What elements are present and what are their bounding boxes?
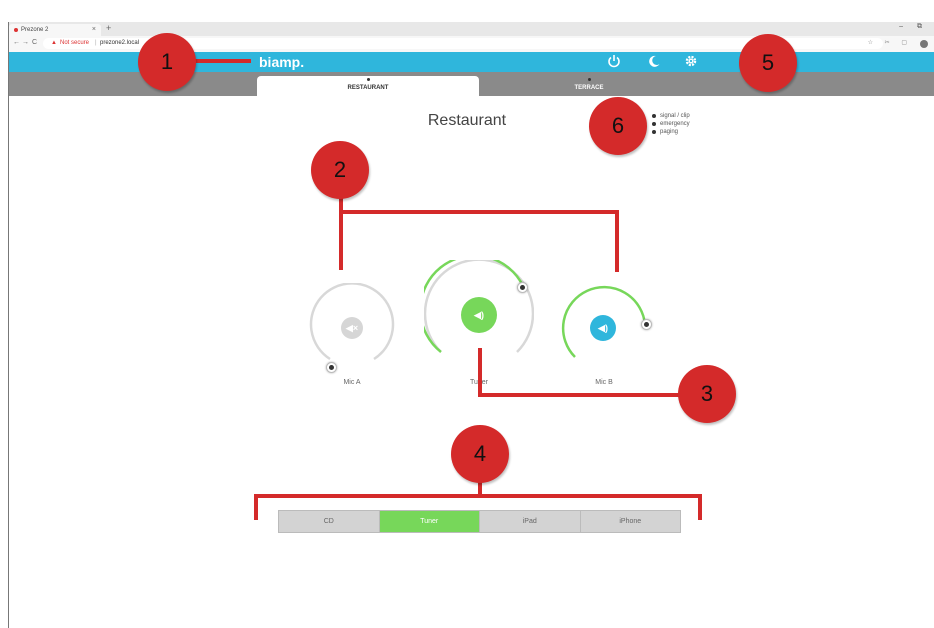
profile-avatar[interactable] bbox=[920, 40, 928, 48]
legend-paging: paging bbox=[652, 128, 690, 136]
power-icon[interactable] bbox=[607, 54, 621, 71]
tab-label: RESTAURANT bbox=[347, 85, 389, 91]
annotation-line-2-bar bbox=[339, 210, 619, 214]
mic-b-mute-button[interactable]: ◀) bbox=[590, 315, 616, 341]
callout-2: 2 bbox=[311, 141, 369, 199]
zone-indicator-dot bbox=[588, 78, 591, 81]
callout-3: 3 bbox=[678, 365, 736, 423]
channel-label: Mic A bbox=[343, 379, 361, 386]
annotation-line-3-stem bbox=[478, 348, 482, 396]
callout-1: 1 bbox=[138, 33, 196, 91]
annotation-line-2-right bbox=[615, 210, 619, 272]
speaker-on-icon: ◀) bbox=[474, 309, 484, 320]
close-tab-icon[interactable]: × bbox=[92, 24, 96, 36]
tab-terrace[interactable]: TERRACE bbox=[509, 76, 669, 96]
security-label: Not secure bbox=[60, 40, 90, 46]
moon-icon[interactable] bbox=[647, 54, 661, 71]
volume-handle[interactable] bbox=[641, 319, 652, 330]
url-separator: | bbox=[95, 40, 97, 46]
volume-handle[interactable] bbox=[517, 282, 528, 293]
gear-icon[interactable] bbox=[684, 54, 698, 71]
warning-icon: ▲ bbox=[51, 40, 57, 46]
tuner-mute-button[interactable]: ◀) bbox=[461, 297, 497, 333]
annotation-line-4-left bbox=[254, 494, 258, 520]
callout-6: 6 bbox=[589, 97, 647, 155]
zone-indicator-dot bbox=[367, 78, 370, 81]
tab-restaurant[interactable]: RESTAURANT bbox=[257, 76, 479, 96]
back-icon[interactable]: ← bbox=[13, 39, 20, 46]
tab-label: TERRACE bbox=[574, 85, 604, 91]
legend-signal-clip: signal / clip bbox=[652, 112, 690, 120]
channel-label: Mic B bbox=[595, 379, 613, 386]
annotation-line-4-bar bbox=[254, 494, 702, 498]
browser-tab[interactable]: Prezone 2 × bbox=[9, 24, 101, 36]
forward-icon[interactable]: → bbox=[22, 39, 29, 46]
extension-icons[interactable]: ☆ ✂ ▢ bbox=[868, 39, 912, 46]
new-tab-button[interactable]: + bbox=[106, 23, 111, 33]
source-cd[interactable]: CD bbox=[279, 511, 380, 532]
channel-knob-mic-b[interactable]: ◀) bbox=[559, 283, 652, 373]
source-ipad[interactable]: iPad bbox=[480, 511, 581, 532]
page-title: Restaurant bbox=[427, 112, 507, 129]
annotation-line-4-right bbox=[698, 494, 702, 520]
annotation-line-2-stem bbox=[339, 190, 343, 270]
volume-handle[interactable] bbox=[326, 362, 337, 373]
source-selector: CD Tuner iPad iPhone bbox=[278, 510, 681, 533]
mute-button[interactable]: ◀× bbox=[341, 317, 363, 339]
speaker-on-icon: ◀) bbox=[598, 322, 608, 333]
status-legend: signal / clip emergency paging bbox=[652, 112, 690, 136]
tab-strip: Prezone 2 × + – ⧉ bbox=[9, 22, 934, 36]
biamp-logo: biamp. bbox=[259, 54, 305, 70]
favicon-icon bbox=[14, 28, 18, 32]
window-controls[interactable]: – ⧉ bbox=[899, 23, 928, 31]
reload-icon[interactable]: C bbox=[32, 39, 37, 46]
annotation-line-3-bar bbox=[478, 393, 688, 397]
tab-title: Prezone 2 bbox=[21, 27, 49, 33]
legend-emergency: emergency bbox=[652, 120, 690, 128]
callout-5: 5 bbox=[739, 34, 797, 92]
source-tuner[interactable]: Tuner bbox=[379, 511, 480, 532]
callout-4: 4 bbox=[451, 425, 509, 483]
source-iphone[interactable]: iPhone bbox=[581, 511, 681, 532]
url-text: prezone2.local bbox=[100, 40, 140, 46]
channel-knob-mic-a[interactable]: ◀× bbox=[307, 283, 397, 373]
speaker-muted-icon: ◀× bbox=[345, 322, 359, 333]
